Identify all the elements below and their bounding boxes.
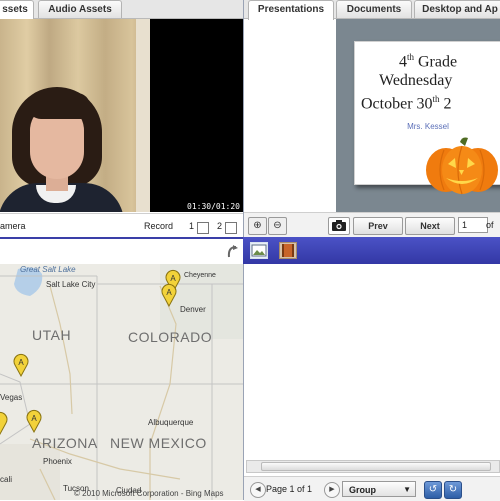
- map-pin-denver[interactable]: A: [161, 283, 177, 308]
- video-controls: amera Record 1 2: [0, 213, 243, 237]
- presentations-panel: Presentations Documents Desktop and Ap 4…: [244, 0, 500, 237]
- redo-icon[interactable]: ↻: [444, 481, 462, 499]
- video-panel: ssets Audio Assets 01:30/01:20 amera Rec…: [0, 0, 244, 237]
- record-label: Record: [144, 221, 174, 231]
- zoom-out-icon[interactable]: ⊖: [268, 217, 287, 235]
- record-checkbox-2[interactable]: [225, 222, 237, 234]
- tab-audio-assets[interactable]: Audio Assets: [38, 0, 122, 18]
- horizontal-scrollbar[interactable]: [246, 460, 500, 473]
- camera-label: amera: [0, 221, 26, 231]
- scrollbar-thumb[interactable]: [261, 462, 491, 471]
- pumpkin-icon: [426, 137, 498, 195]
- state-label-utah: UTAH: [32, 327, 72, 343]
- wall: [136, 19, 150, 212]
- middle-toolbar: [0, 237, 500, 264]
- map-pin-west[interactable]: [0, 411, 8, 436]
- city-great-salt-lake: Great Salt Lake: [20, 265, 76, 274]
- chevron-down-icon: ▼: [403, 485, 411, 494]
- undo-icon[interactable]: ↺: [424, 481, 442, 499]
- state-label-colorado: COLORADO: [128, 329, 213, 345]
- state-label-new-mexico: NEW MEXICO: [110, 435, 207, 451]
- page-next-icon[interactable]: ▶: [324, 482, 340, 498]
- map-canvas: [0, 264, 243, 500]
- middle-left-strip: [0, 237, 243, 264]
- slide-title-line2: Wednesday: [379, 72, 453, 89]
- video-feed[interactable]: 01:30/01:20: [0, 19, 243, 212]
- slide-title-line3: October 30th 2: [361, 94, 452, 113]
- city-albuquerque: Albuquerque: [148, 418, 194, 427]
- city-phoenix: Phoenix: [43, 457, 72, 466]
- tab-documents[interactable]: Documents: [336, 0, 412, 18]
- page-status: Page 1 of 1: [266, 484, 313, 494]
- city-denver: Denver: [180, 305, 206, 314]
- prev-button[interactable]: Prev: [353, 217, 403, 235]
- record-option-2-label: 2: [217, 221, 223, 231]
- person-bangs: [28, 93, 90, 119]
- group-select[interactable]: Group ▼: [342, 481, 416, 497]
- tab-desktop-and-apps[interactable]: Desktop and Ap: [414, 0, 500, 18]
- grid-controls: ◀ Page 1 of 1 ▶ Group ▼ ↺ ↻: [244, 476, 500, 501]
- slide-viewer[interactable]: 4th Grade Wednesday October 30th 2 Mrs. …: [336, 19, 500, 212]
- map-pin-utah[interactable]: A: [13, 353, 29, 378]
- slide-author: Mrs. Kessel: [407, 122, 449, 131]
- slide-title-line1: 4th Grade: [398, 52, 458, 71]
- map-credit: © 2010 Microsoft Corporation - Bing Maps: [74, 489, 224, 498]
- page-number-input[interactable]: 1: [458, 217, 488, 233]
- city-cheyenne: Cheyenne: [184, 272, 216, 279]
- city-salt-lake-city: Salt Lake City: [46, 280, 96, 289]
- svg-text:A: A: [18, 358, 24, 367]
- page-of-label: of: [486, 220, 494, 230]
- map-view[interactable]: Great Salt Lake Salt Lake City Cheyenne …: [0, 264, 244, 500]
- video-timecode: 01:30/01:20: [187, 202, 240, 211]
- camera-icon[interactable]: [328, 217, 350, 235]
- record-option-1-label: 1: [189, 221, 195, 231]
- record-checkbox-1[interactable]: [197, 222, 209, 234]
- tab-presentations[interactable]: Presentations: [248, 0, 334, 20]
- grid-panel[interactable]: ◀ Page 1 of 1 ▶ Group ▼ ↺ ↻: [244, 264, 500, 501]
- presentation-controls: ⊕ ⊖ Prev Next 1 of: [244, 212, 500, 237]
- image-icon[interactable]: [250, 242, 268, 259]
- svg-text:A: A: [31, 414, 37, 423]
- map-pin-arizona[interactable]: A: [26, 409, 42, 434]
- next-button[interactable]: Next: [405, 217, 455, 235]
- group-select-value: Group: [349, 485, 376, 495]
- svg-text:A: A: [170, 274, 176, 283]
- city-cali: cali: [0, 475, 13, 484]
- middle-right-strip: [243, 237, 500, 264]
- page-prev-icon[interactable]: ◀: [250, 482, 266, 498]
- svg-text:A: A: [166, 288, 172, 297]
- refresh-icon[interactable]: [226, 245, 238, 259]
- state-label-arizona: ARIZONA: [32, 435, 98, 451]
- video-tabbar: ssets Audio Assets: [0, 0, 243, 20]
- presentations-tabbar: Presentations Documents Desktop and Ap: [244, 0, 500, 20]
- film-icon[interactable]: [279, 242, 297, 259]
- city-vegas: Vegas: [0, 393, 23, 402]
- zoom-in-icon[interactable]: ⊕: [248, 217, 267, 235]
- tab-video-assets[interactable]: ssets: [0, 0, 34, 20]
